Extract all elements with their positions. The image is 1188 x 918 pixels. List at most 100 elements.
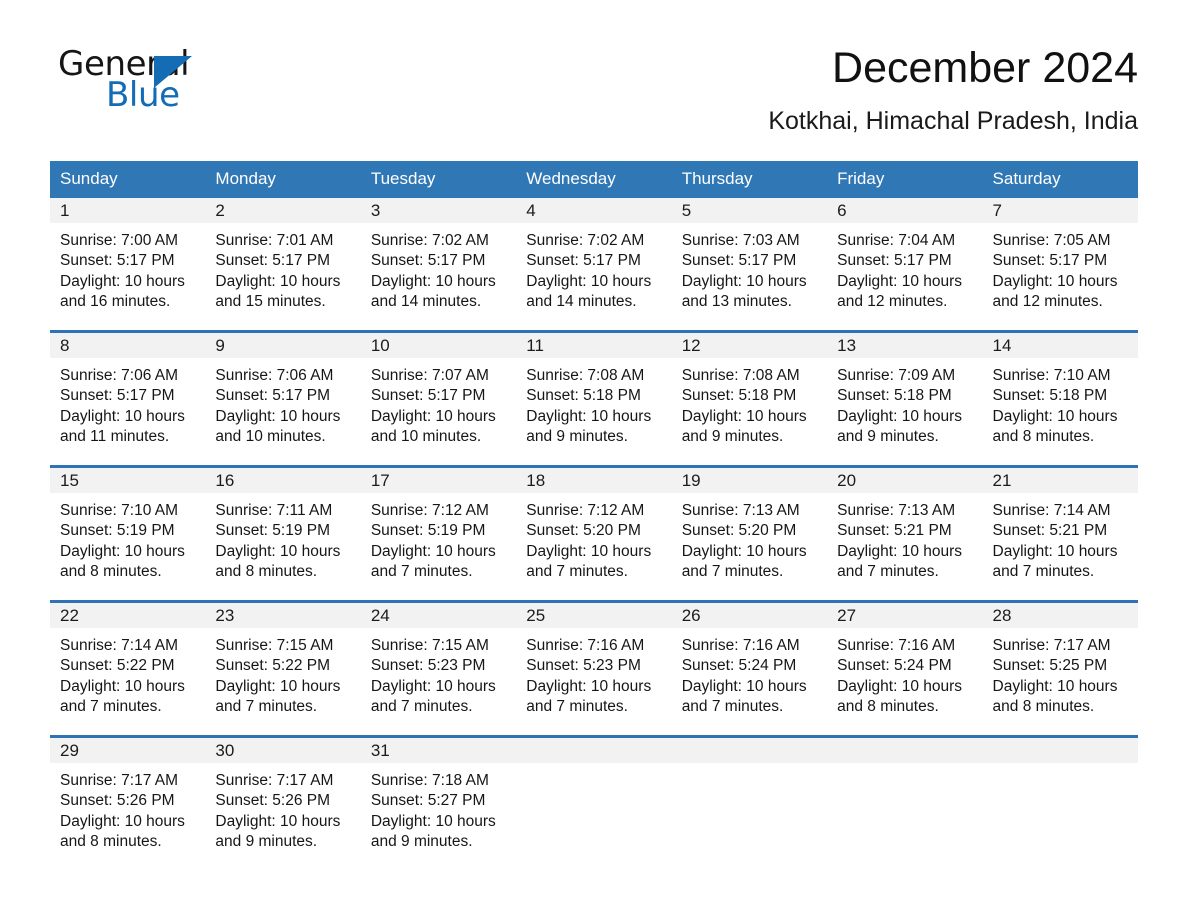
day-details: Sunrise: 7:16 AM Sunset: 5:23 PM Daylight:… xyxy=(516,628,671,717)
daylight-text-line1: Daylight: 10 hours xyxy=(370,812,496,830)
week-row: 22 Sunrise: 7:14 AM Sunset: 5:22 PM Dayligh… xyxy=(50,600,1138,737)
day-cell[interactable]: 8 Sunrise: 7:06 AM Sunset: 5:17 PM Daylight… xyxy=(50,330,206,467)
day-cell[interactable]: 7 Sunrise: 7:05 AM Sunset: 5:17 PM Daylight… xyxy=(982,198,1138,332)
day-number: 13 xyxy=(827,333,983,359)
day-cell[interactable]: 31 Sunrise: 7:18 AM Sunset: 5:27 PM Dayligh… xyxy=(360,735,517,871)
sunrise-text: Sunrise: 7:17 AM xyxy=(992,637,1111,655)
daylight-text-line2: and 9 minutes. xyxy=(215,832,318,850)
daylight-text-line2: and 11 minutes. xyxy=(60,427,170,445)
sunrise-text: Sunrise: 7:09 AM xyxy=(837,367,956,385)
sunrise-text: Sunrise: 7:18 AM xyxy=(370,772,489,790)
weekday-header-sunday: Sunday xyxy=(50,161,206,199)
sunrise-text: Sunrise: 7:02 AM xyxy=(370,232,489,250)
daylight-text-line1: Daylight: 10 hours xyxy=(681,272,807,290)
day-cell[interactable]: 28 Sunrise: 7:17 AM Sunset: 5:25 PM Dayligh… xyxy=(982,600,1138,737)
weekday-header-saturday: Saturday xyxy=(982,161,1138,199)
sunset-text: Sunset: 5:27 PM xyxy=(370,792,486,810)
daylight-text-line1: Daylight: 10 hours xyxy=(60,677,185,695)
day-details: Sunrise: 7:14 AM Sunset: 5:22 PM Daylight:… xyxy=(50,628,205,717)
daylight-text-line2: and 8 minutes. xyxy=(60,562,162,580)
day-number xyxy=(516,738,672,764)
day-number: 29 xyxy=(50,738,206,764)
day-cell[interactable]: 21 Sunrise: 7:14 AM Sunset: 5:21 PM Dayligh… xyxy=(982,465,1138,602)
day-cell[interactable]: 1 Sunrise: 7:00 AM Sunset: 5:17 PM Daylight… xyxy=(50,198,206,332)
day-cell[interactable]: 19 Sunrise: 7:13 AM Sunset: 5:20 PM Dayligh… xyxy=(671,465,828,602)
day-cell[interactable]: 23 Sunrise: 7:15 AM Sunset: 5:22 PM Dayligh… xyxy=(205,600,361,737)
sunrise-text: Sunrise: 7:07 AM xyxy=(370,367,489,385)
day-number: 22 xyxy=(50,603,206,629)
day-cell[interactable]: 12 Sunrise: 7:08 AM Sunset: 5:18 PM Dayligh… xyxy=(671,330,828,467)
day-cell[interactable]: 14 Sunrise: 7:10 AM Sunset: 5:18 PM Dayligh… xyxy=(982,330,1138,467)
day-cell[interactable]: 2 Sunrise: 7:01 AM Sunset: 5:17 PM Daylight… xyxy=(205,198,361,332)
sunrise-text: Sunrise: 7:15 AM xyxy=(370,637,489,655)
daylight-text-line2: and 7 minutes. xyxy=(370,562,473,580)
sunset-text: Sunset: 5:17 PM xyxy=(60,252,175,270)
day-details: Sunrise: 7:09 AM Sunset: 5:18 PM Daylight:… xyxy=(827,358,982,447)
day-cell[interactable]: 11 Sunrise: 7:08 AM Sunset: 5:18 PM Dayligh… xyxy=(516,330,672,467)
day-number: 20 xyxy=(827,468,983,494)
day-number: 23 xyxy=(205,603,361,629)
day-number: 16 xyxy=(205,468,361,494)
day-cell[interactable]: 13 Sunrise: 7:09 AM Sunset: 5:18 PM Dayligh… xyxy=(827,330,983,467)
daylight-text-line1: Daylight: 10 hours xyxy=(370,542,496,560)
day-cell[interactable]: 30 Sunrise: 7:17 AM Sunset: 5:26 PM Dayligh… xyxy=(205,735,361,871)
sunrise-text: Sunrise: 7:17 AM xyxy=(215,772,334,790)
sunset-text: Sunset: 5:24 PM xyxy=(837,657,952,675)
sunrise-text: Sunrise: 7:02 AM xyxy=(526,232,645,250)
day-cell[interactable]: 29 Sunrise: 7:17 AM Sunset: 5:26 PM Dayligh… xyxy=(50,735,206,871)
sunset-text: Sunset: 5:18 PM xyxy=(526,387,641,405)
day-cell[interactable]: 22 Sunrise: 7:14 AM Sunset: 5:22 PM Dayligh… xyxy=(50,600,206,737)
day-cell[interactable]: 24 Sunrise: 7:15 AM Sunset: 5:23 PM Dayligh… xyxy=(360,600,517,737)
day-cell[interactable]: 26 Sunrise: 7:16 AM Sunset: 5:24 PM Dayligh… xyxy=(671,600,828,737)
general-blue-logo[interactable]: General Blue xyxy=(50,44,270,120)
sunset-text: Sunset: 5:20 PM xyxy=(681,522,797,540)
week-row: 8 Sunrise: 7:06 AM Sunset: 5:17 PM Daylight… xyxy=(50,330,1138,467)
day-number: 6 xyxy=(827,198,983,224)
daylight-text-line2: and 14 minutes. xyxy=(526,292,637,310)
day-number: 12 xyxy=(671,333,828,359)
day-number: 2 xyxy=(205,198,361,224)
day-number: 11 xyxy=(516,333,672,359)
sunset-text: Sunset: 5:23 PM xyxy=(370,657,486,675)
sunset-text: Sunset: 5:17 PM xyxy=(526,252,641,270)
daylight-text-line1: Daylight: 10 hours xyxy=(370,677,496,695)
day-cell[interactable]: 20 Sunrise: 7:13 AM Sunset: 5:21 PM Dayligh… xyxy=(827,465,983,602)
daylight-text-line2: and 8 minutes. xyxy=(60,832,162,850)
weekday-header-monday: Monday xyxy=(205,161,361,199)
sunset-text: Sunset: 5:25 PM xyxy=(992,657,1108,675)
day-cell[interactable]: 10 Sunrise: 7:07 AM Sunset: 5:17 PM Dayligh… xyxy=(360,330,517,467)
day-cell[interactable]: 17 Sunrise: 7:12 AM Sunset: 5:19 PM Dayligh… xyxy=(360,465,517,602)
daylight-text-line2: and 15 minutes. xyxy=(215,292,326,310)
daylight-text-line1: Daylight: 10 hours xyxy=(215,272,341,290)
day-cell[interactable]: 3 Sunrise: 7:02 AM Sunset: 5:17 PM Daylight… xyxy=(360,198,517,332)
sunset-text: Sunset: 5:20 PM xyxy=(526,522,641,540)
day-cell[interactable]: 4 Sunrise: 7:02 AM Sunset: 5:17 PM Daylight… xyxy=(516,198,672,332)
day-number: 17 xyxy=(360,468,517,494)
daylight-text-line2: and 7 minutes. xyxy=(681,697,784,715)
day-details: Sunrise: 7:10 AM Sunset: 5:19 PM Daylight:… xyxy=(50,493,205,582)
day-cell[interactable]: 25 Sunrise: 7:16 AM Sunset: 5:23 PM Dayligh… xyxy=(516,600,672,737)
weekday-header-friday: Friday xyxy=(827,161,983,199)
sunset-text: Sunset: 5:18 PM xyxy=(992,387,1108,405)
daylight-text-line1: Daylight: 10 hours xyxy=(837,677,963,695)
day-cell[interactable]: 9 Sunrise: 7:06 AM Sunset: 5:17 PM Daylight… xyxy=(205,330,361,467)
day-cell[interactable]: 6 Sunrise: 7:04 AM Sunset: 5:17 PM Daylight… xyxy=(827,198,983,332)
daylight-text-line2: and 8 minutes. xyxy=(992,697,1095,715)
day-cell[interactable]: 5 Sunrise: 7:03 AM Sunset: 5:17 PM Daylight… xyxy=(671,198,828,332)
sunset-text: Sunset: 5:26 PM xyxy=(60,792,175,810)
day-number: 26 xyxy=(671,603,828,629)
daylight-text-line1: Daylight: 10 hours xyxy=(681,542,807,560)
daylight-text-line1: Daylight: 10 hours xyxy=(370,407,496,425)
day-cell[interactable]: 16 Sunrise: 7:11 AM Sunset: 5:19 PM Dayligh… xyxy=(205,465,361,602)
day-details: Sunrise: 7:01 AM Sunset: 5:17 PM Daylight:… xyxy=(205,223,360,312)
sunset-text: Sunset: 5:22 PM xyxy=(215,657,331,675)
day-details: Sunrise: 7:17 AM Sunset: 5:25 PM Daylight:… xyxy=(983,628,1138,717)
daylight-text-line1: Daylight: 10 hours xyxy=(215,542,341,560)
sunrise-text: Sunrise: 7:17 AM xyxy=(60,772,179,790)
daylight-text-line2: and 10 minutes. xyxy=(215,427,326,445)
day-cell[interactable]: 27 Sunrise: 7:16 AM Sunset: 5:24 PM Dayligh… xyxy=(827,600,983,737)
day-number xyxy=(827,738,983,764)
day-cell[interactable]: 15 Sunrise: 7:10 AM Sunset: 5:19 PM Dayligh… xyxy=(50,465,206,602)
day-cell[interactable]: 18 Sunrise: 7:12 AM Sunset: 5:20 PM Dayligh… xyxy=(516,465,672,602)
daylight-text-line1: Daylight: 10 hours xyxy=(837,272,963,290)
